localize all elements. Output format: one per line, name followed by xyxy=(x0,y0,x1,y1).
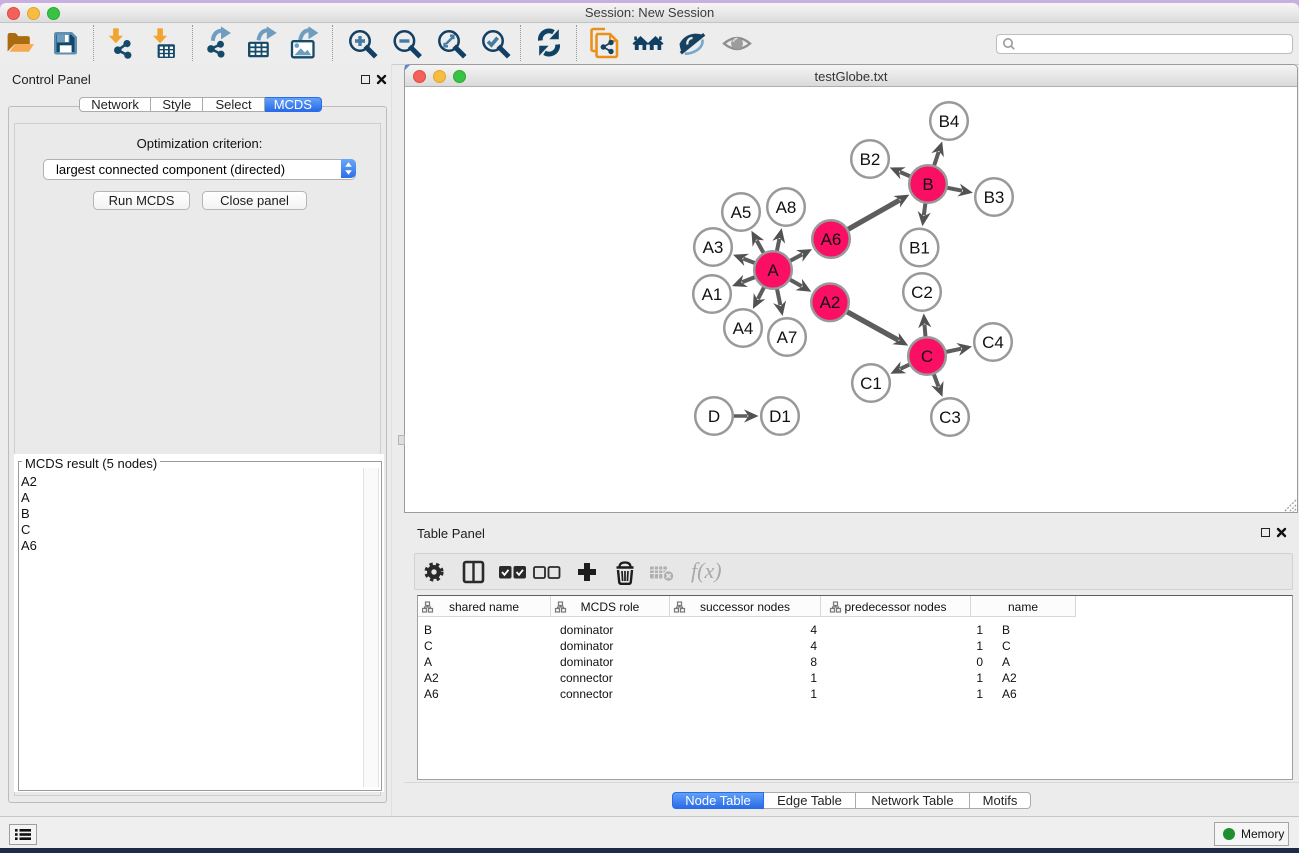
svg-text:B1: B1 xyxy=(909,238,930,257)
svg-text:B: B xyxy=(922,175,933,194)
svg-text:A: A xyxy=(767,261,779,280)
svg-text:C3: C3 xyxy=(939,408,961,427)
svg-text:A4: A4 xyxy=(733,319,754,338)
svg-text:A5: A5 xyxy=(731,203,752,222)
svg-text:B3: B3 xyxy=(984,188,1005,207)
svg-text:A2: A2 xyxy=(820,293,841,312)
svg-text:A3: A3 xyxy=(703,238,724,257)
svg-text:C: C xyxy=(921,347,933,366)
svg-text:C4: C4 xyxy=(982,333,1004,352)
svg-text:A8: A8 xyxy=(776,198,797,217)
svg-text:C1: C1 xyxy=(860,374,882,393)
svg-text:A1: A1 xyxy=(702,285,723,304)
svg-text:D: D xyxy=(708,407,720,426)
svg-text:B4: B4 xyxy=(939,112,960,131)
svg-text:C2: C2 xyxy=(911,283,933,302)
svg-text:A6: A6 xyxy=(821,230,842,249)
svg-text:B2: B2 xyxy=(860,150,881,169)
svg-text:A7: A7 xyxy=(777,328,798,347)
svg-text:D1: D1 xyxy=(769,407,791,426)
